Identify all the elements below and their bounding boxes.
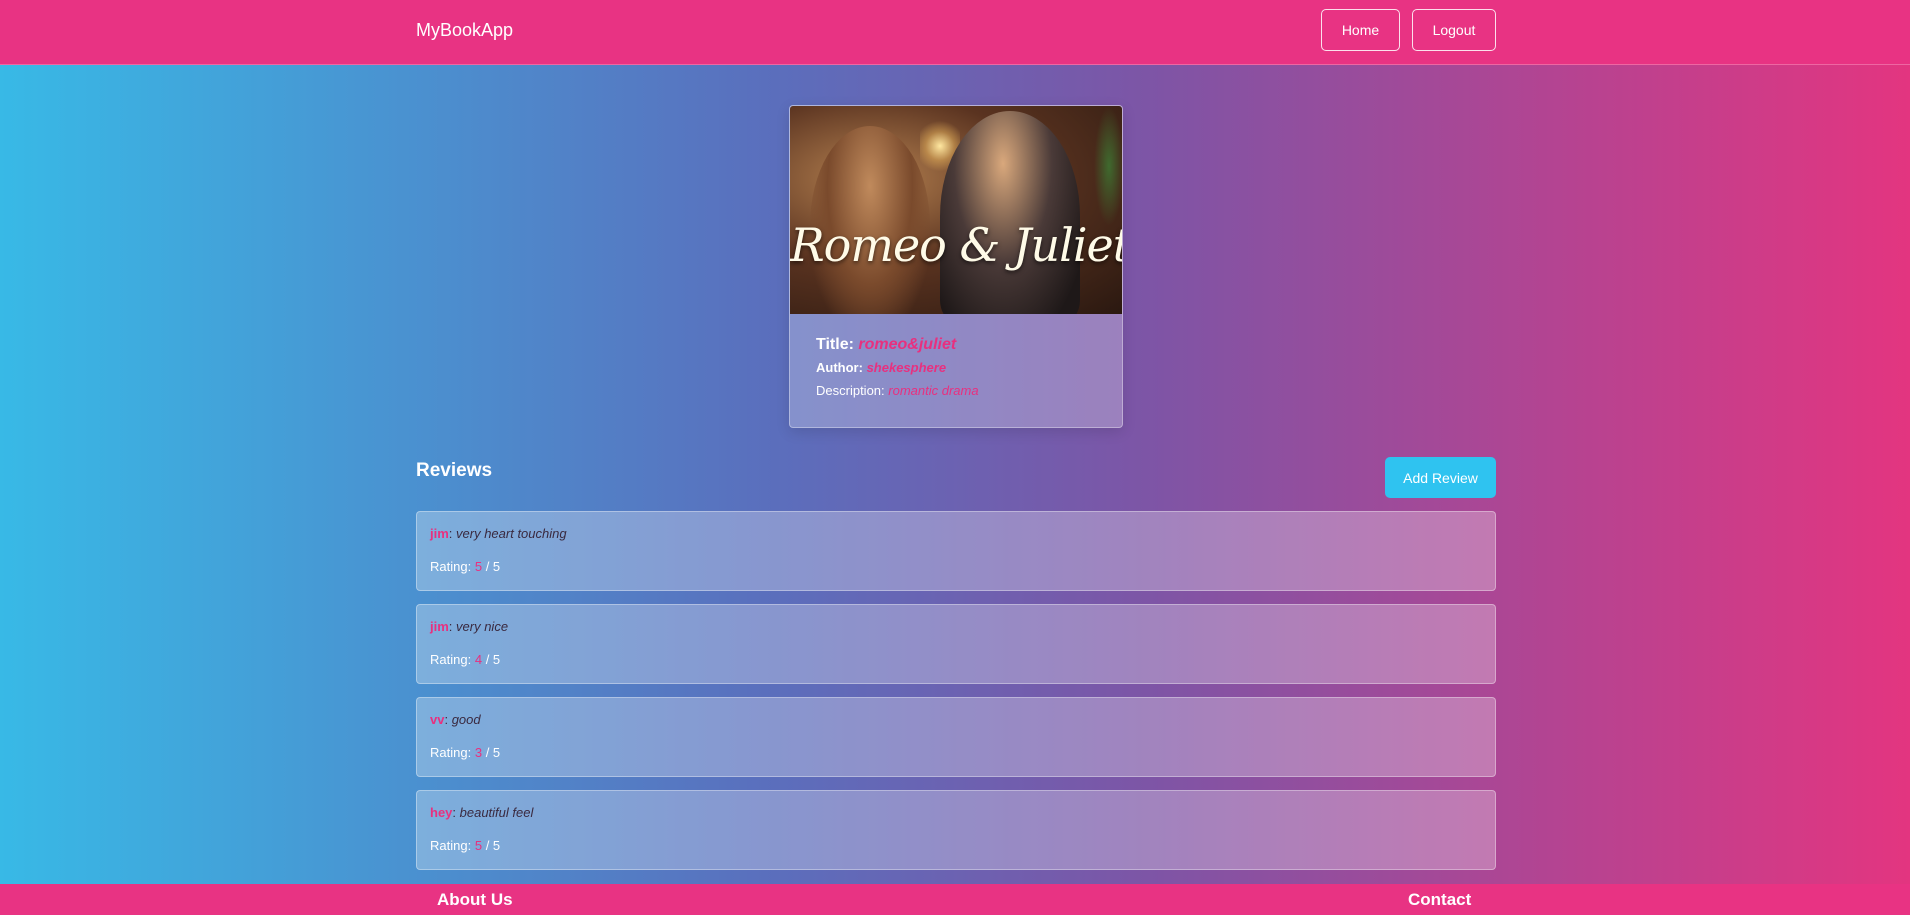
review-card: vv: good Rating: 3 / 5 <box>416 697 1496 777</box>
review-card: jim: very nice Rating: 4 / 5 <box>416 604 1496 684</box>
review-comment: very heart touching <box>456 526 567 541</box>
book-author-row: Author: shekesphere <box>816 360 1106 375</box>
rating-label: Rating: <box>430 838 472 853</box>
cover-leaves <box>1094 106 1122 226</box>
rating-label: Rating: <box>430 652 472 667</box>
book-description-label: Description: <box>816 383 885 398</box>
footer-contact-link[interactable]: Contact <box>1408 890 1471 910</box>
review-user: hey <box>430 805 453 820</box>
book-title-row: Title: romeo&juliet <box>816 336 1106 354</box>
book-cover-image: Romeo & Juliet <box>790 106 1123 314</box>
review-card: jim: very heart touching Rating: 5 / 5 <box>416 511 1496 591</box>
review-text: vv: good <box>430 712 481 727</box>
review-comment: very nice <box>456 619 509 634</box>
book-author-value: shekesphere <box>866 360 947 375</box>
rating-value: 5 <box>474 838 483 853</box>
review-text: jim: very heart touching <box>430 526 567 541</box>
review-rating: Rating: 3 / 5 <box>430 745 500 760</box>
book-title-value: romeo&juliet <box>858 336 957 353</box>
reviews-heading: Reviews <box>416 460 493 481</box>
review-user: jim <box>430 526 449 541</box>
review-rating: Rating: 4 / 5 <box>430 652 500 667</box>
review-user: jim <box>430 619 449 634</box>
book-title-label: Title: <box>816 336 854 353</box>
rating-max: / 5 <box>485 559 501 574</box>
review-rating: Rating: 5 / 5 <box>430 838 500 853</box>
cover-figure-romeo <box>940 111 1080 314</box>
book-description-value: romantic drama <box>888 383 979 398</box>
rating-max: / 5 <box>485 838 501 853</box>
rating-value: 3 <box>474 745 483 760</box>
review-user: vv <box>430 712 445 727</box>
review-comment: good <box>451 712 481 727</box>
home-button[interactable]: Home <box>1321 9 1400 51</box>
footer: About Us Contact <box>0 884 1910 915</box>
logout-button[interactable]: Logout <box>1412 9 1496 51</box>
review-text: hey: beautiful feel <box>430 805 534 820</box>
review-card: hey: beautiful feel Rating: 5 / 5 <box>416 790 1496 870</box>
rating-value: 5 <box>474 559 483 574</box>
rating-max: / 5 <box>485 652 501 667</box>
book-card: Romeo & Juliet Title: romeo&juliet Autho… <box>789 105 1123 428</box>
book-info: Title: romeo&juliet Author: shekesphere … <box>816 336 1106 406</box>
review-rating: Rating: 5 / 5 <box>430 559 500 574</box>
book-description-row: Description: romantic drama <box>816 383 1106 398</box>
add-review-button[interactable]: Add Review <box>1385 457 1496 498</box>
book-author-label: Author: <box>816 360 863 375</box>
navbar: MyBookApp Home Logout <box>0 0 1910 65</box>
cover-title-text: Romeo & Juliet <box>790 218 1123 272</box>
rating-label: Rating: <box>430 745 472 760</box>
review-text: jim: very nice <box>430 619 509 634</box>
rating-value: 4 <box>474 652 483 667</box>
rating-max: / 5 <box>485 745 501 760</box>
rating-label: Rating: <box>430 559 472 574</box>
brand-logo[interactable]: MyBookApp <box>416 20 513 41</box>
footer-about-link[interactable]: About Us <box>437 890 513 910</box>
review-comment: beautiful feel <box>459 805 534 820</box>
